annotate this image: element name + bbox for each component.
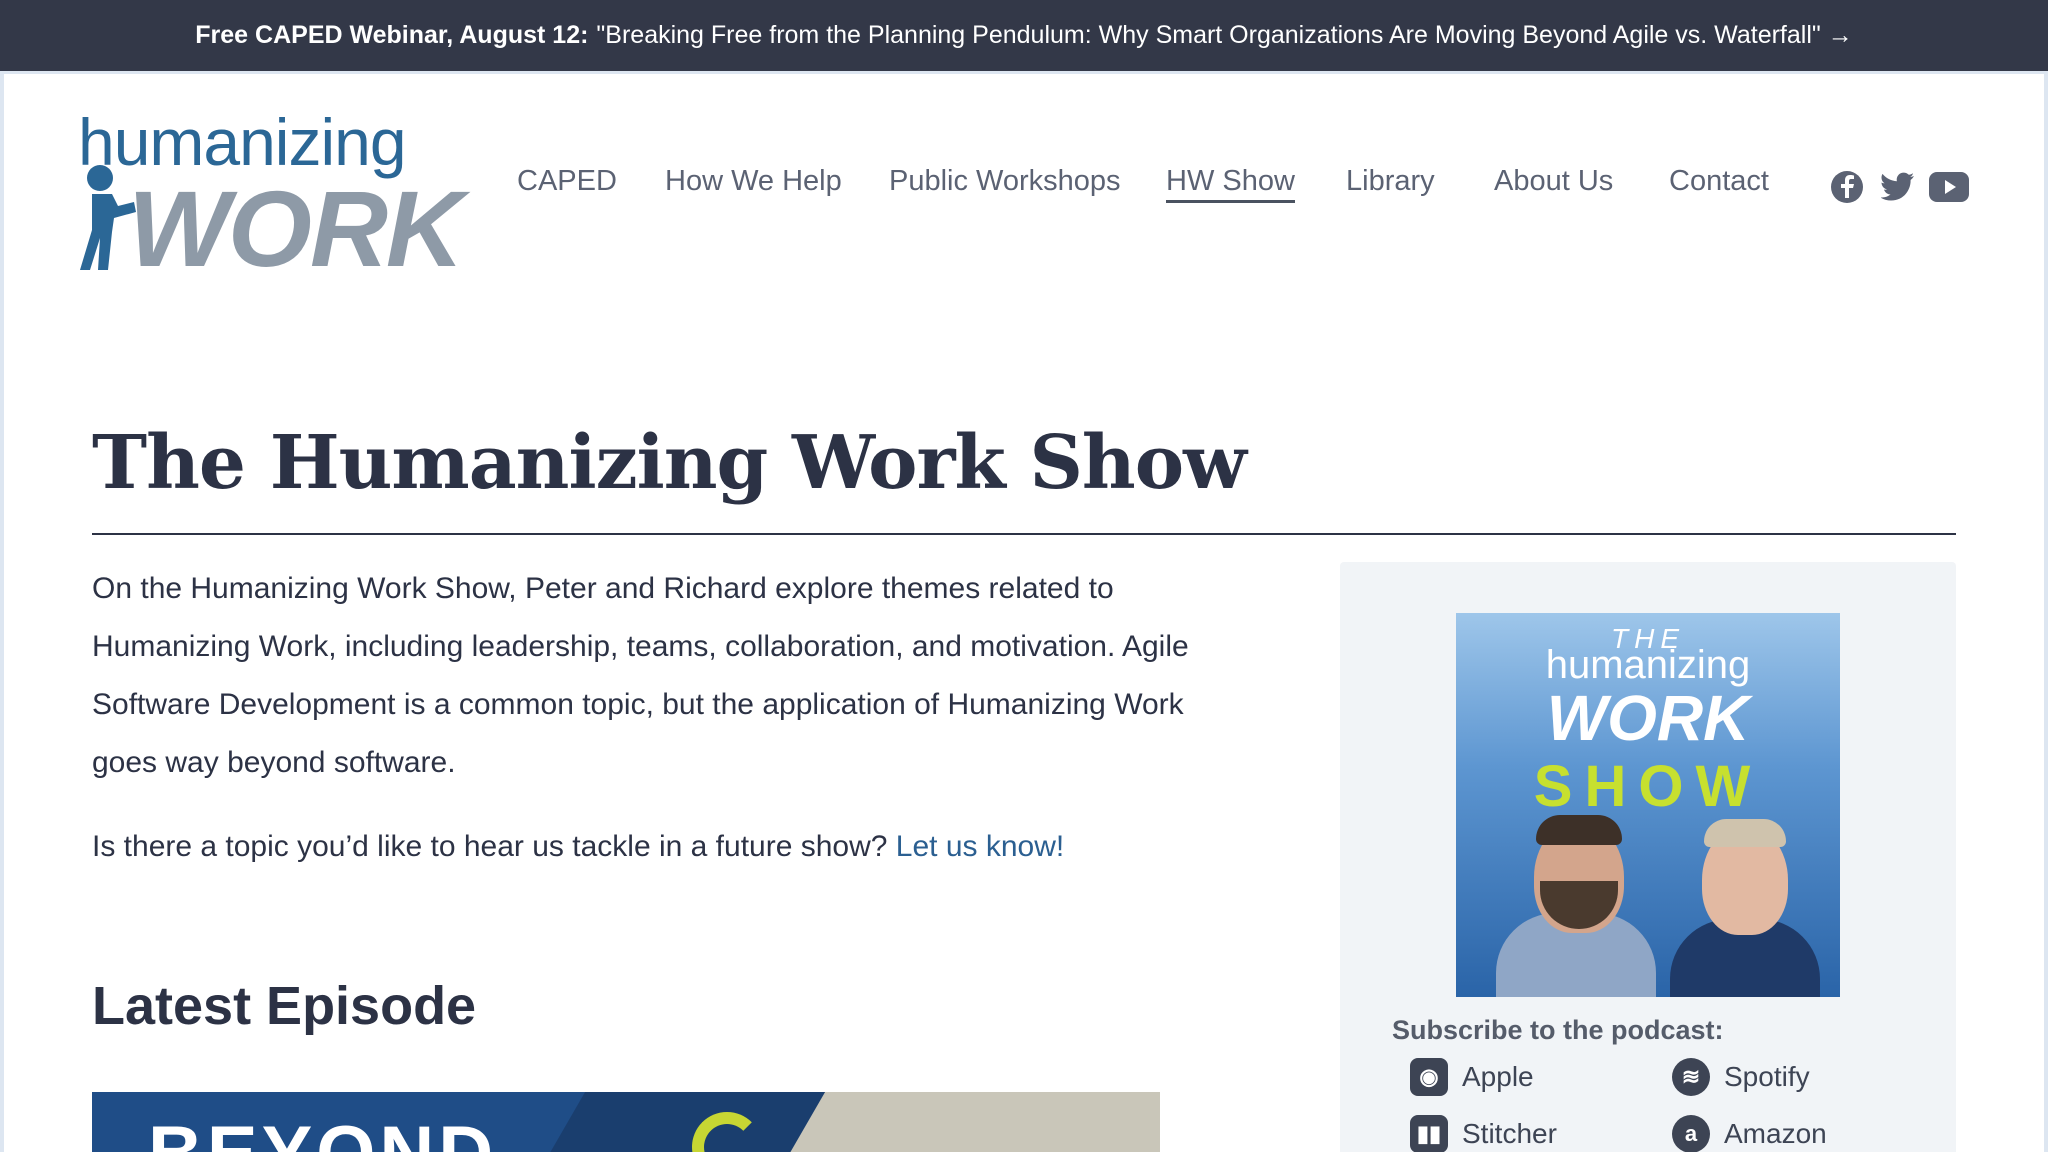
latest-episode-heading: Latest Episode — [92, 976, 477, 1036]
subscribe-amazon[interactable]: a Amazon — [1672, 1115, 1827, 1152]
site-logo[interactable]: humanizing WORK — [78, 104, 464, 289]
apple-podcasts-icon: ◉ — [1410, 1058, 1448, 1096]
intro-paragraph: On the Humanizing Work Show, Peter and R… — [92, 572, 1189, 779]
host-2-hair — [1704, 819, 1786, 847]
title-divider — [92, 533, 1956, 535]
nav-item-library[interactable]: Library — [1346, 165, 1435, 198]
nav-item-how-we-help[interactable]: How We Help — [665, 165, 842, 198]
episode-thumb-title: BEYOND — [148, 1110, 497, 1152]
episode-stripe — [527, 1092, 837, 1152]
page-title: The Humanizing Work Show — [92, 420, 1247, 506]
nav-item-hw-show[interactable]: HW Show — [1166, 165, 1295, 203]
let-us-know-link[interactable]: Let us know! — [896, 830, 1064, 863]
cover-show-text: SHOW — [1533, 754, 1763, 819]
subscribe-stitcher-label: Stitcher — [1462, 1118, 1557, 1149]
subscribe-apple-label: Apple — [1462, 1061, 1534, 1092]
host-1-hair — [1536, 815, 1622, 845]
subscribe-spotify[interactable]: ≋ Spotify — [1672, 1058, 1810, 1096]
latest-episode-thumbnail[interactable]: BEYOND — [92, 1092, 1160, 1152]
logo-text-work: WORK — [128, 168, 464, 289]
topic-text: Is there a topic you’d like to hear us t… — [92, 830, 888, 863]
cover-work-text: WORK — [1546, 682, 1750, 754]
facebook-icon[interactable] — [1830, 170, 1864, 209]
subscribe-stitcher[interactable]: ▮▮ Stitcher — [1410, 1115, 1557, 1152]
announcement-banner[interactable]: Free CAPED Webinar, August 12: "Breaking… — [0, 0, 2048, 71]
stitcher-icon: ▮▮ — [1410, 1115, 1448, 1152]
twitter-icon[interactable] — [1880, 172, 1915, 207]
amazon-icon: a — [1672, 1115, 1710, 1152]
subscribe-apple[interactable]: ◉ Apple — [1410, 1058, 1534, 1096]
nav-item-public-workshops[interactable]: Public Workshops — [889, 165, 1121, 198]
youtube-icon[interactable] — [1929, 172, 1969, 207]
nav-item-contact[interactable]: Contact — [1669, 165, 1769, 198]
banner-bold-text: Free CAPED Webinar, August 12: — [195, 21, 589, 49]
topic-paragraph: Is there a topic you’d like to hear us t… — [92, 830, 1064, 864]
subscribe-spotify-label: Spotify — [1724, 1061, 1810, 1092]
subscribe-heading: Subscribe to the podcast: — [1392, 1015, 1724, 1045]
podcast-cover-art[interactable]: THE humanizing WORK SHOW — [1456, 613, 1840, 997]
subscribe-amazon-label: Amazon — [1724, 1118, 1827, 1149]
nav-item-caped[interactable]: CAPED — [517, 165, 617, 198]
nav-item-about-us[interactable]: About Us — [1494, 165, 1613, 198]
banner-text: "Breaking Free from the Planning Pendulu… — [596, 21, 1853, 49]
spotify-icon: ≋ — [1672, 1058, 1710, 1096]
